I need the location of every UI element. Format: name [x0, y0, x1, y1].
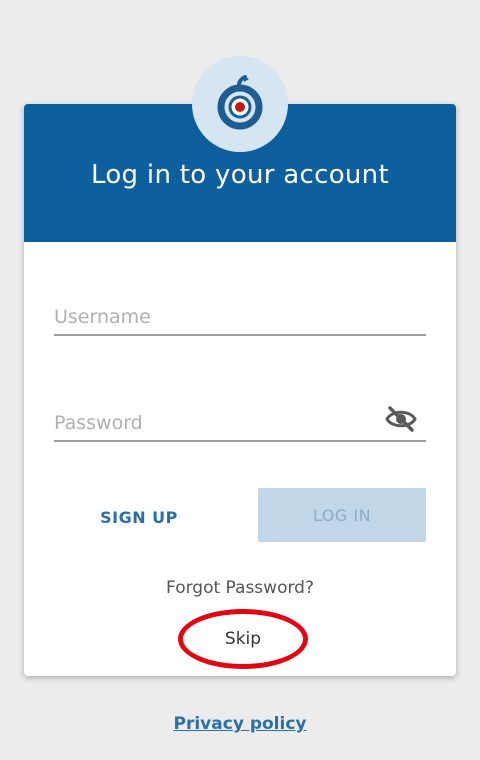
login-card: Log in to your account SIGN UP LOG IN Fo…	[24, 104, 456, 676]
login-screen: Log in to your account SIGN UP LOG IN Fo…	[0, 0, 480, 760]
privacy-policy-link[interactable]: Privacy policy	[0, 714, 480, 734]
skip-area: Skip	[178, 609, 308, 669]
username-input[interactable]	[54, 306, 374, 328]
password-input[interactable]	[54, 412, 374, 434]
signup-button[interactable]: SIGN UP	[84, 492, 194, 542]
forgot-password-link[interactable]: Forgot Password?	[24, 578, 456, 598]
eye-off-icon[interactable]	[384, 404, 418, 434]
password-field[interactable]	[54, 400, 426, 442]
skip-button[interactable]: Skip	[178, 609, 308, 669]
page-title: Log in to your account	[91, 160, 389, 190]
username-field[interactable]	[54, 294, 426, 336]
app-logo-icon	[192, 56, 288, 152]
login-button[interactable]: LOG IN	[258, 488, 426, 542]
